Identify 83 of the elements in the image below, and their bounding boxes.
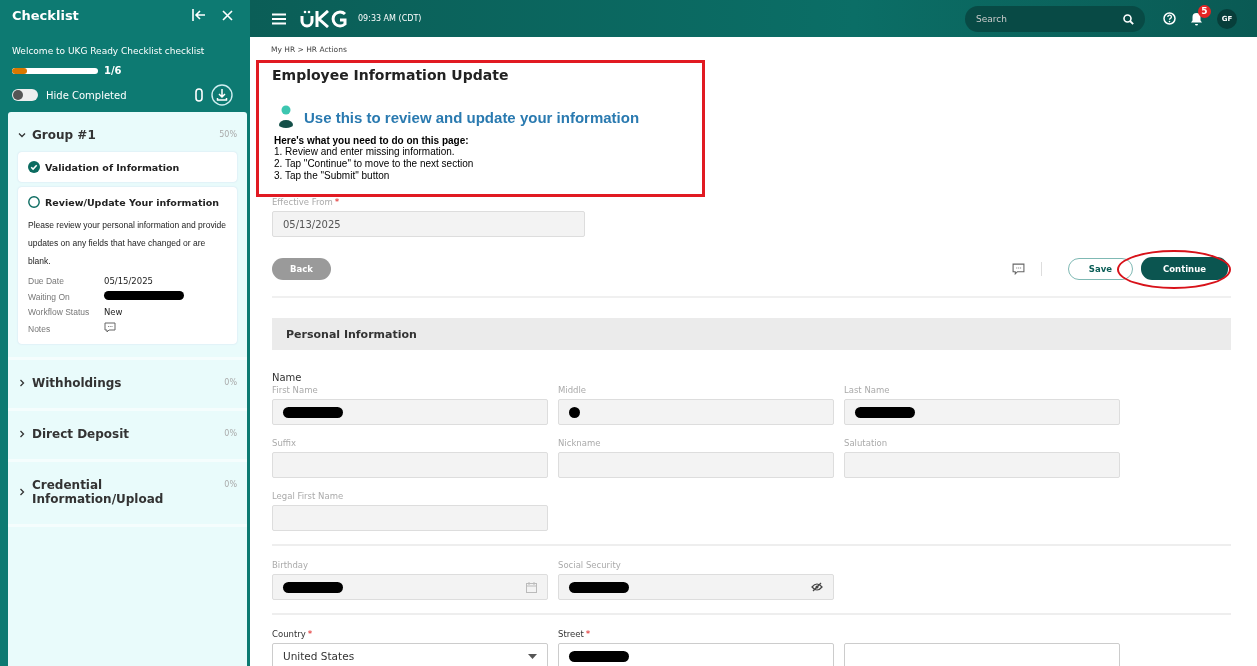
field-label: Social Security: [558, 560, 621, 571]
notification-count: 5: [1198, 4, 1211, 18]
field-label: Effective From: [272, 197, 333, 208]
instruction-step: 2. Tap "Continue" to move to the next section: [274, 158, 702, 170]
field-label: First Name: [272, 385, 318, 396]
chevron-right-icon[interactable]: [18, 488, 26, 496]
detail-value: 05/15/2025: [104, 276, 154, 286]
group-title[interactable]: Group #1: [32, 128, 214, 142]
detail-label: Workflow Status: [28, 307, 91, 317]
field-label: Suffix: [272, 438, 297, 449]
field-label: Salutation: [844, 438, 888, 449]
task-card[interactable]: Review/Update Your information Please review your personal information and provide updates on any fields that have changed or are blank. Due Date 05/15/2025 Waiting On Workflow Status New Notes: [18, 187, 237, 344]
collapse-icon[interactable]: [192, 9, 206, 21]
instructions-title: Here's what you need to do on this page:: [274, 135, 470, 146]
input-field[interactable]: [844, 452, 1120, 478]
search-icon[interactable]: [1123, 13, 1134, 25]
task-title: Validation of Information: [45, 161, 180, 173]
field-label: Street: [558, 629, 584, 640]
search-field[interactable]: Search: [965, 5, 1145, 32]
chevron-down-icon[interactable]: [18, 131, 26, 139]
detail-value: New: [104, 307, 124, 317]
toggle-switch[interactable]: [12, 89, 38, 101]
detail-label: Notes: [28, 323, 52, 334]
input-field[interactable]: [558, 643, 834, 666]
field-label: Legal First Name: [272, 491, 344, 502]
clock-time: 09:33 AM (CDT): [358, 14, 422, 23]
instruction-step: 3. Tap the "Submit" button: [274, 170, 702, 182]
group-percent: 0%: [224, 479, 237, 489]
chevron-right-icon[interactable]: [18, 379, 26, 387]
input-field[interactable]: [844, 643, 1120, 666]
comment-icon[interactable]: [1011, 262, 1025, 275]
required-mark: *: [585, 629, 591, 640]
group-percent: 0%: [224, 428, 237, 438]
banner-heading: Use this to review and update your information: [304, 108, 640, 126]
eye-slash-icon[interactable]: [811, 582, 823, 592]
bell-icon[interactable]: [1190, 11, 1203, 26]
input-field[interactable]: [272, 399, 548, 425]
field-label: Country: [272, 629, 306, 640]
group-title[interactable]: Credential Information/Upload: [32, 478, 219, 506]
menu-icon[interactable]: [272, 12, 286, 25]
caret-icon[interactable]: [528, 653, 537, 659]
section-header: Personal Information: [272, 318, 1231, 350]
field-label: Nickname: [558, 438, 601, 449]
input-field[interactable]: [272, 574, 548, 600]
input-field[interactable]: [844, 399, 1120, 425]
field-label: Last Name: [844, 385, 890, 396]
save-button[interactable]: Save: [1067, 257, 1133, 280]
panel-title: Checklist: [12, 7, 80, 23]
detail-label: Waiting On: [28, 291, 71, 302]
comment-icon[interactable]: [104, 322, 116, 333]
close-icon[interactable]: [222, 9, 233, 21]
person-icon: [278, 105, 294, 129]
instruction-step: 1. Review and enter missing information.: [274, 146, 702, 158]
required-mark: *: [334, 197, 340, 208]
progress-count: 1/6: [104, 65, 122, 76]
input-field[interactable]: [272, 452, 548, 478]
paperclip-icon[interactable]: [195, 88, 203, 102]
checklist-name: Welcome to UKG Ready Checklist checklist: [12, 46, 206, 56]
task-title: Review/Update Your information: [45, 196, 219, 208]
group-title[interactable]: Withholdings: [32, 376, 219, 390]
task-description: Please review your personal information and provide updates on any fields that have changed or are blank.: [28, 219, 227, 268]
group-percent: 0%: [224, 377, 237, 387]
dropdown-field[interactable]: United States: [272, 643, 548, 666]
toggle-label: Hide Completed: [46, 89, 127, 101]
field-label: Birthday: [272, 560, 309, 571]
input-field[interactable]: [272, 505, 548, 531]
download-icon[interactable]: [211, 84, 233, 106]
continue-button[interactable]: Continue: [1141, 257, 1228, 280]
field-label: Middle: [558, 385, 587, 396]
required-mark: *: [307, 629, 313, 640]
input-field[interactable]: [558, 452, 834, 478]
date-field[interactable]: 05/13/2025: [272, 211, 585, 237]
logo-icon: [300, 9, 348, 28]
group-percent: 50%: [219, 129, 237, 139]
group-label: Name: [272, 372, 303, 383]
chevron-right-icon[interactable]: [18, 430, 26, 438]
input-field[interactable]: [558, 399, 834, 425]
detail-label: Due Date: [28, 276, 65, 286]
task-card[interactable]: Validation of Information: [18, 152, 237, 182]
group-title[interactable]: Direct Deposit: [32, 427, 219, 441]
page-title: Employee Information Update: [272, 67, 510, 83]
input-field[interactable]: [558, 574, 834, 600]
help-icon[interactable]: [1163, 12, 1176, 25]
